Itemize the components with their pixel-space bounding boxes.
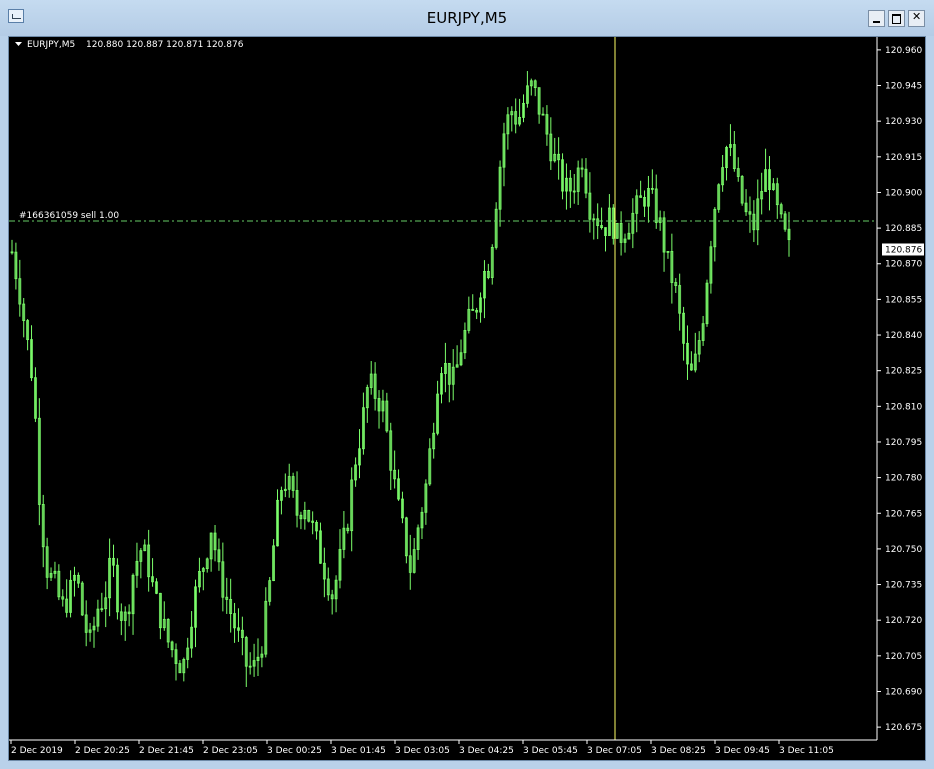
time-tick-label: 3 Dec 09:45 <box>715 746 770 756</box>
price-tick-label: 120.960 <box>885 46 922 56</box>
price-tick-label: 120.810 <box>885 402 922 412</box>
current-price-label: 120.876 <box>885 245 922 255</box>
price-tick-label: 120.825 <box>885 367 922 377</box>
time-tick-label: 3 Dec 08:25 <box>651 746 706 756</box>
price-tick-label: 120.870 <box>885 260 922 270</box>
time-tick-label: 2 Dec 21:45 <box>139 746 194 756</box>
price-tick-label: 120.690 <box>885 687 922 697</box>
time-tick-label: 3 Dec 00:25 <box>267 746 322 756</box>
chart-header-arrow-icon[interactable] <box>15 42 22 46</box>
price-tick-label: 120.795 <box>885 438 922 448</box>
price-tick-label: 120.885 <box>885 224 922 234</box>
time-tick-label: 3 Dec 11:05 <box>779 746 834 756</box>
chart-header-symbol: EURJPY,M5 <box>27 40 75 50</box>
price-chart[interactable]: #166361059 sell 1.00 120.960120.945120.9… <box>9 37 925 760</box>
time-tick-label: 2 Dec 2019 <box>11 746 63 756</box>
price-tick-label: 120.855 <box>885 295 922 305</box>
price-tick-label: 120.720 <box>885 616 922 626</box>
price-tick-label: 120.945 <box>885 82 922 92</box>
price-tick-label: 120.750 <box>885 545 922 555</box>
time-axis: 2 Dec 2019 2 Dec 20:25 2 Dec 21:45 2 Dec 23… <box>10 740 834 756</box>
price-tick-label: 120.840 <box>885 331 922 341</box>
maximize-button[interactable] <box>888 10 905 27</box>
time-tick-label: 3 Dec 03:05 <box>395 746 450 756</box>
order-line-label: #166361059 sell 1.00 <box>19 211 119 221</box>
chart-header-ohlc: 120.880 120.887 120.871 120.876 <box>86 40 244 50</box>
price-tick-label: 120.780 <box>885 474 922 484</box>
price-tick-label: 120.915 <box>885 153 922 163</box>
time-tick-label: 3 Dec 04:25 <box>459 746 514 756</box>
time-tick-label: 3 Dec 05:45 <box>523 746 578 756</box>
time-tick-label: 3 Dec 07:05 <box>587 746 642 756</box>
time-tick-label: 3 Dec 01:45 <box>331 746 386 756</box>
price-tick-label: 120.930 <box>885 117 922 127</box>
price-axis: 120.960 120.945 120.930 120.915 120.900 120.8… <box>877 46 922 733</box>
window-title: EURJPY,M5 <box>426 9 508 27</box>
price-tick-label: 120.765 <box>885 509 922 519</box>
price-tick-label: 120.735 <box>885 581 922 591</box>
close-button[interactable] <box>908 10 925 27</box>
chart-area[interactable]: #166361059 sell 1.00 120.960 120.945 120.9… <box>8 36 926 761</box>
price-tick-label: 120.900 <box>885 188 922 198</box>
time-tick-label: 2 Dec 23:05 <box>203 746 258 756</box>
price-tick-label: 120.675 <box>885 723 922 733</box>
chart-window: EURJPY,M5 #166361059 sell 1.00 120.96012… <box>0 0 934 769</box>
title-bar[interactable]: EURJPY,M5 <box>0 0 934 36</box>
price-tick-label: 120.705 <box>885 652 922 662</box>
time-tick-label: 2 Dec 20:25 <box>75 746 130 756</box>
minimize-button[interactable] <box>868 10 885 27</box>
